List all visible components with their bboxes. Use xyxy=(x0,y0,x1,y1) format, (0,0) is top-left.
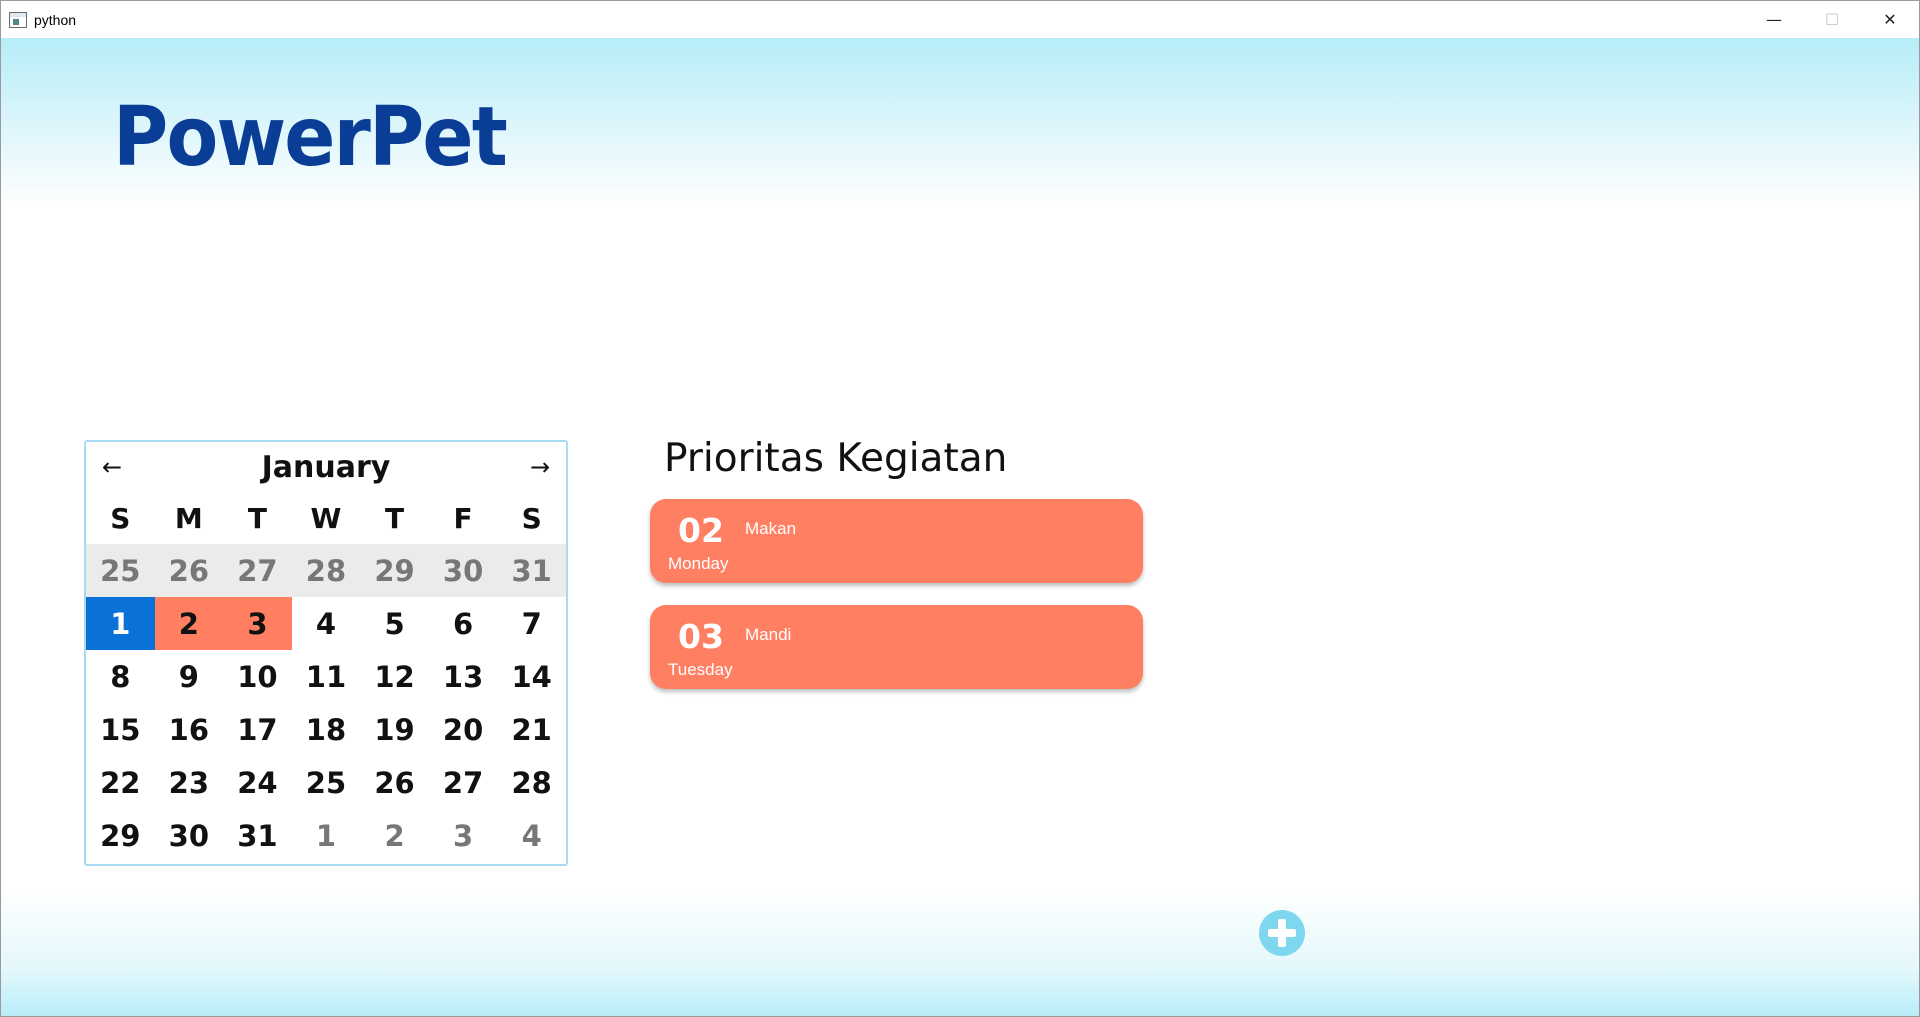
calendar-day[interactable]: 21 xyxy=(497,703,566,756)
app-logo: PowerPet xyxy=(113,90,508,185)
calendar-day[interactable]: 20 xyxy=(429,703,498,756)
priority-day-number: 03 xyxy=(678,617,724,656)
priority-weekday: Monday xyxy=(668,554,729,573)
weekday-label: T xyxy=(247,501,267,535)
calendar-day[interactable]: 30 xyxy=(429,544,498,597)
weekday-label: S xyxy=(521,501,542,535)
calendar-day[interactable]: 22 xyxy=(86,756,155,809)
priority-section-title: Prioritas Kegiatan xyxy=(664,436,1008,481)
calendar-day[interactable]: 16 xyxy=(155,703,224,756)
priority-card[interactable]: 03 Mandi Tuesday xyxy=(650,605,1143,689)
calendar-week-row: 1 2 3 4 5 6 7 xyxy=(86,597,566,650)
maximize-button[interactable]: ☐ xyxy=(1803,1,1861,38)
calendar-day[interactable]: 30 xyxy=(155,809,224,862)
priority-weekday: Tuesday xyxy=(668,660,733,679)
calendar-week-row: 29 30 31 1 2 3 4 xyxy=(86,809,566,862)
calendar-day[interactable]: 31 xyxy=(497,544,566,597)
calendar-day[interactable]: 25 xyxy=(86,544,155,597)
calendar-day[interactable]: 8 xyxy=(86,650,155,703)
window-controls: — ☐ ✕ xyxy=(1745,1,1919,38)
add-activity-button[interactable] xyxy=(1259,910,1305,956)
calendar-day[interactable]: 1 xyxy=(292,809,361,862)
calendar-day[interactable]: 10 xyxy=(223,650,292,703)
calendar-day[interactable]: 4 xyxy=(497,809,566,862)
calendar-day[interactable]: 27 xyxy=(429,756,498,809)
next-month-button[interactable]: → xyxy=(522,452,558,482)
calendar-day[interactable]: 26 xyxy=(360,756,429,809)
calendar-day[interactable]: 7 xyxy=(497,597,566,650)
weekday-label: F xyxy=(453,501,473,535)
calendar-day[interactable]: 5 xyxy=(360,597,429,650)
calendar-day[interactable]: 29 xyxy=(360,544,429,597)
priority-card[interactable]: 02 Makan Monday xyxy=(650,499,1143,583)
calendar-day[interactable]: 11 xyxy=(292,650,361,703)
calendar-week-row: 15 16 17 18 19 20 21 xyxy=(86,703,566,756)
title-bar: python — ☐ ✕ xyxy=(1,1,1919,38)
calendar-header: ← January → xyxy=(86,442,566,492)
weekday-label: W xyxy=(310,501,342,535)
calendar-day[interactable]: 17 xyxy=(223,703,292,756)
calendar-day[interactable]: 14 xyxy=(497,650,566,703)
calendar-day[interactable]: 24 xyxy=(223,756,292,809)
calendar-day[interactable]: 3 xyxy=(429,809,498,862)
window-title: python xyxy=(34,11,77,28)
calendar-day[interactable]: 15 xyxy=(86,703,155,756)
close-button[interactable]: ✕ xyxy=(1861,1,1919,38)
calendar-day[interactable]: 28 xyxy=(497,756,566,809)
calendar-day[interactable]: 25 xyxy=(292,756,361,809)
calendar-day[interactable]: 27 xyxy=(223,544,292,597)
main-content: PowerPet ← January → S M T W T F S 25 26… xyxy=(1,38,1919,1016)
app-window: python — ☐ ✕ PowerPet ← January → S M T … xyxy=(0,0,1920,1017)
weekday-label: T xyxy=(384,501,405,535)
calendar-day[interactable]: 6 xyxy=(429,597,498,650)
calendar-day[interactable]: 29 xyxy=(86,809,155,862)
calendar-day[interactable]: 31 xyxy=(223,809,292,862)
priority-day-number: 02 xyxy=(678,511,724,550)
calendar-day[interactable]: 4 xyxy=(292,597,361,650)
window-icon xyxy=(9,11,27,28)
weekday-label: M xyxy=(174,501,203,535)
calendar-day[interactable]: 26 xyxy=(155,544,224,597)
calendar-week-row: 25 26 27 28 29 30 31 xyxy=(86,544,566,597)
calendar-day-event[interactable]: 3 xyxy=(223,597,292,650)
weekday-label: S xyxy=(110,501,131,535)
calendar-day[interactable]: 12 xyxy=(360,650,429,703)
calendar-day[interactable]: 28 xyxy=(292,544,361,597)
calendar-month: January xyxy=(261,450,391,485)
calendar-week-row: 8 9 10 11 12 13 14 xyxy=(86,650,566,703)
calendar-week-row: 22 23 24 25 26 27 28 xyxy=(86,756,566,809)
calendar-day-event[interactable]: 2 xyxy=(154,597,224,650)
calendar-day[interactable]: 13 xyxy=(429,650,498,703)
calendar-day[interactable]: 2 xyxy=(360,809,429,862)
calendar-grid: S M T W T F S 25 26 27 28 29 30 31 1 2 3… xyxy=(86,492,566,862)
priority-activity: Makan xyxy=(745,519,797,538)
calendar-day[interactable]: 23 xyxy=(155,756,224,809)
calendar: ← January → S M T W T F S 25 26 27 28 29… xyxy=(84,440,568,866)
priority-activity: Mandi xyxy=(745,625,792,644)
calendar-day[interactable]: 9 xyxy=(155,650,224,703)
calendar-day[interactable]: 18 xyxy=(292,703,361,756)
calendar-day[interactable]: 19 xyxy=(360,703,429,756)
minimize-button[interactable]: — xyxy=(1745,1,1803,38)
weekday-header-row: S M T W T F S xyxy=(86,492,566,544)
calendar-day-selected[interactable]: 1 xyxy=(86,597,155,650)
